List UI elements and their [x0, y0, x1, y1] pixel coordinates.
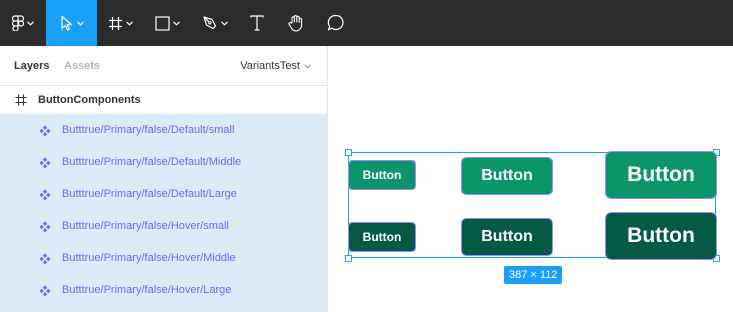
button-default-large[interactable]: Button	[605, 151, 717, 199]
component-icon	[39, 156, 51, 174]
pen-tool-button[interactable]	[191, 0, 239, 46]
component-icon	[39, 252, 51, 270]
hash-icon	[15, 93, 27, 111]
list-item[interactable]: Butttrue/Primary/false/Hover/small	[0, 210, 327, 242]
pen-icon	[202, 15, 218, 31]
layer-label: Butttrue/Primary/false/Hover/Large	[62, 284, 232, 296]
button-hover-middle[interactable]: Button	[461, 218, 553, 256]
canvas[interactable]: Button Button Button Button Button Butto…	[329, 46, 733, 312]
layer-label: Butttrue/Primary/false/Default/Large	[62, 188, 237, 200]
shape-tool-button[interactable]	[143, 0, 191, 46]
component-icon	[39, 124, 51, 142]
button-hover-large[interactable]: Button	[605, 212, 717, 260]
layer-list: Butttrue/Primary/false/Default/small But…	[0, 114, 327, 312]
dimensions-badge: 387 × 112	[504, 266, 563, 284]
move-tool-button[interactable]	[46, 0, 97, 46]
cursor-arrow-icon	[60, 15, 74, 31]
toolbar	[0, 0, 733, 46]
tab-layers[interactable]: Layers	[14, 59, 49, 73]
chevron-down-icon	[221, 20, 228, 26]
chevron-down-icon	[76, 20, 84, 26]
tab-assets[interactable]: Assets	[64, 59, 100, 73]
panel-tabs: Layers Assets VariantsTest	[0, 46, 327, 86]
button-hover-small[interactable]: Button	[348, 222, 416, 252]
comment-tool-button[interactable]	[317, 0, 355, 46]
chevron-down-icon	[172, 20, 180, 26]
list-item[interactable]: Butttrue/Primary/false/Default/Middle	[0, 146, 327, 178]
component-icon	[39, 284, 51, 302]
frame-tool-button[interactable]	[97, 0, 143, 46]
button-default-middle[interactable]: Button	[461, 157, 553, 195]
layer-label: Butttrue/Primary/false/Default/Middle	[62, 156, 242, 168]
text-tool-button[interactable]	[239, 0, 275, 46]
page-name: VariantsTest	[240, 60, 300, 72]
list-item[interactable]: Butttrue/Primary/false/Default/small	[0, 114, 327, 146]
layer-label: Butttrue/Primary/false/Hover/small	[62, 220, 229, 232]
button-default-small[interactable]: Button	[348, 160, 416, 190]
chevron-down-icon	[125, 20, 133, 26]
frame-layer-row[interactable]: ButtonComponents	[0, 86, 327, 114]
text-t-icon	[250, 15, 264, 31]
list-item[interactable]: Butttrue/Primary/false/Hover/Large	[0, 274, 327, 306]
frame-layer-label: ButtonComponents	[38, 94, 141, 106]
main-menu-button[interactable]	[0, 0, 46, 46]
component-icon	[39, 220, 51, 238]
rectangle-icon	[154, 15, 170, 31]
list-item[interactable]: Butttrue/Primary/false/Default/Large	[0, 178, 327, 210]
page-selector[interactable]: VariantsTest	[240, 59, 311, 73]
layers-panel: Layers Assets VariantsTest ButtonCompone…	[0, 46, 328, 312]
resize-handle-bottom-left[interactable]	[345, 255, 352, 262]
hand-tool-button[interactable]	[275, 0, 317, 46]
chevron-down-icon	[27, 20, 34, 26]
speech-bubble-icon	[327, 14, 345, 32]
hand-icon	[287, 14, 305, 32]
figma-logo-icon	[12, 15, 24, 31]
layer-label: Butttrue/Primary/false/Default/small	[62, 124, 235, 136]
resize-handle-top-left[interactable]	[345, 149, 352, 156]
list-item[interactable]: Butttrue/Primary/false/Hover/Middle	[0, 242, 327, 274]
component-icon	[39, 188, 51, 206]
layer-label: Butttrue/Primary/false/Hover/Middle	[62, 252, 236, 264]
chevron-down-icon	[304, 59, 311, 73]
frame-hash-icon	[108, 16, 123, 31]
